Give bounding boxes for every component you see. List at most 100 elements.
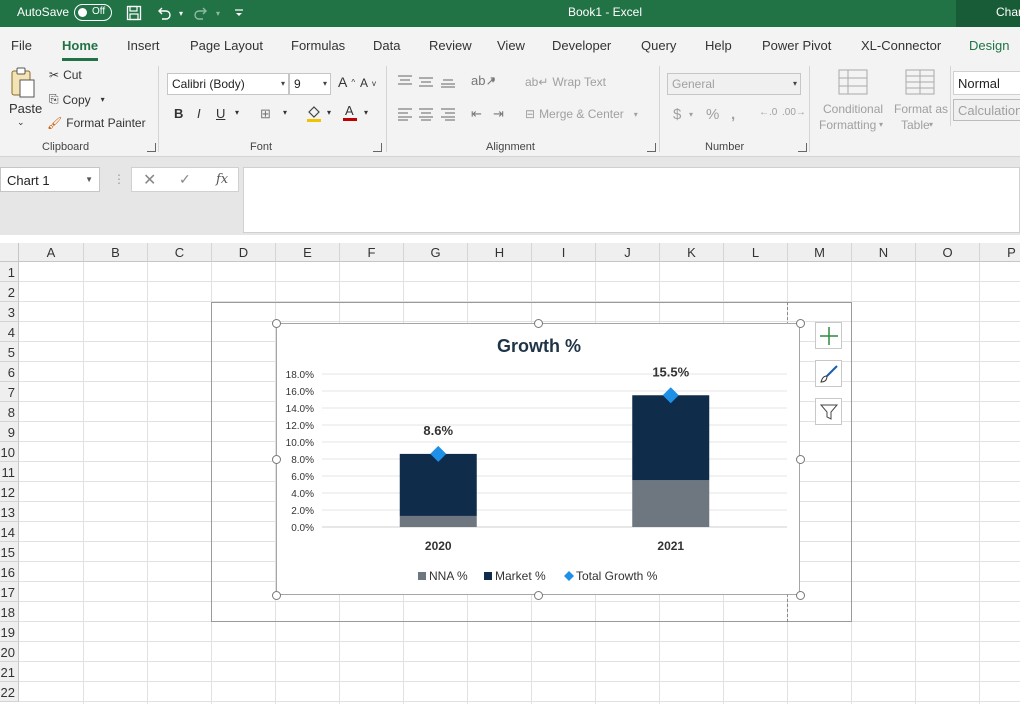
bold-icon[interactable]: B	[174, 106, 183, 121]
column-header-e[interactable]: E	[276, 243, 340, 262]
insert-function-icon[interactable]: fx	[216, 172, 228, 187]
merge-center-button[interactable]: ⊟ Merge & Center ▾	[525, 107, 638, 121]
font-dialog-launcher-icon[interactable]	[373, 143, 382, 152]
row-header-20[interactable]: 20	[0, 642, 19, 662]
style-calculation[interactable]: Calculation	[953, 99, 1020, 121]
accounting-format-icon[interactable]: $	[673, 106, 681, 123]
name-box[interactable]: Chart 1 ▼	[0, 167, 100, 192]
paste-dropdown-icon[interactable]: ⌄	[17, 117, 25, 128]
resize-handle-bottom[interactable]	[534, 591, 543, 600]
column-header-i[interactable]: I	[532, 243, 596, 262]
row-header-4[interactable]: 4	[0, 322, 19, 342]
row-header-3[interactable]: 3	[0, 302, 19, 322]
conditional-formatting-icon[interactable]	[838, 69, 868, 95]
format-as-table-label-2[interactable]: Table	[901, 118, 930, 132]
tab-page-layout[interactable]: Page Layout	[190, 38, 263, 53]
column-header-n[interactable]: N	[852, 243, 916, 262]
column-header-a[interactable]: A	[19, 243, 84, 262]
tab-design[interactable]: Design	[969, 38, 1009, 53]
resize-handle-top-left[interactable]	[272, 319, 281, 328]
paste-icon[interactable]	[9, 67, 37, 99]
conditional-dropdown-icon[interactable]: ▾	[879, 120, 883, 129]
italic-icon[interactable]: I	[197, 106, 201, 121]
align-center-icon[interactable]	[418, 107, 434, 121]
row-header-14[interactable]: 14	[0, 522, 19, 542]
cut-button[interactable]: ✂ Cut	[49, 68, 82, 82]
row-header-2[interactable]: 2	[0, 282, 19, 302]
number-dialog-launcher-icon[interactable]	[798, 143, 807, 152]
row-header-15[interactable]: 15	[0, 542, 19, 562]
column-header-j[interactable]: J	[596, 243, 660, 262]
format-as-table-label[interactable]: Format as	[894, 102, 948, 116]
row-header-21[interactable]: 21	[0, 662, 19, 682]
middle-align-icon[interactable]	[418, 74, 434, 88]
resize-handle-bottom-right[interactable]	[796, 591, 805, 600]
row-header-17[interactable]: 17	[0, 582, 19, 602]
font-name-select[interactable]: Calibri (Body) ▾	[167, 73, 289, 95]
column-header-c[interactable]: C	[148, 243, 212, 262]
resize-handle-top-right[interactable]	[796, 319, 805, 328]
paste-button[interactable]: Paste	[9, 101, 42, 116]
column-header-d[interactable]: D	[212, 243, 276, 262]
fill-color-icon[interactable]	[306, 104, 322, 122]
column-header-o[interactable]: O	[916, 243, 980, 262]
row-header-16[interactable]: 16	[0, 562, 19, 582]
decrease-decimal-icon[interactable]: .00→	[782, 107, 806, 118]
column-header-k[interactable]: K	[660, 243, 724, 262]
select-all-corner[interactable]	[0, 243, 19, 262]
font-size-select[interactable]: 9 ▾	[289, 73, 331, 95]
tab-formulas[interactable]: Formulas	[291, 38, 345, 53]
fill-color-dropdown-icon[interactable]: ▾	[327, 108, 331, 117]
orientation-dropdown-icon[interactable]: ▾	[491, 76, 495, 85]
resize-handle-right[interactable]	[796, 455, 805, 464]
row-header-22[interactable]: 22	[0, 682, 19, 702]
alignment-dialog-launcher-icon[interactable]	[647, 143, 656, 152]
increase-decimal-icon[interactable]: ←.0	[759, 107, 777, 118]
row-header-1[interactable]: 1	[0, 262, 19, 282]
row-header-7[interactable]: 7	[0, 382, 19, 402]
chart-filters-button[interactable]	[815, 398, 842, 425]
borders-dropdown-icon[interactable]: ▾	[283, 108, 287, 117]
tab-help[interactable]: Help	[705, 38, 732, 53]
column-header-m[interactable]: M	[788, 243, 852, 262]
column-header-h[interactable]: H	[468, 243, 532, 262]
resize-handle-left[interactable]	[272, 455, 281, 464]
tab-insert[interactable]: Insert	[127, 38, 160, 53]
font-color-icon[interactable]: A	[342, 103, 358, 122]
row-header-10[interactable]: 10	[0, 442, 19, 462]
row-header-9[interactable]: 9	[0, 422, 19, 442]
align-left-icon[interactable]	[397, 107, 413, 121]
column-header-f[interactable]: F	[340, 243, 404, 262]
bottom-align-icon[interactable]	[440, 74, 456, 88]
font-color-dropdown-icon[interactable]: ▾	[364, 108, 368, 117]
decrease-font-size-icon[interactable]: Av	[360, 76, 376, 90]
column-header-p[interactable]: P	[980, 243, 1020, 262]
style-normal[interactable]: Normal	[953, 71, 1020, 95]
underline-icon[interactable]: U	[216, 106, 225, 121]
row-header-19[interactable]: 19	[0, 622, 19, 642]
cancel-icon[interactable]: ✕	[143, 170, 156, 190]
decrease-indent-icon[interactable]: ⇤	[471, 106, 482, 122]
enter-icon[interactable]: ✓	[179, 171, 191, 188]
chart-area[interactable]: Growth % 0.0% 2.0% 4.0% 6.0% 8.0% 10.0% 12.0% 14…	[276, 323, 800, 595]
resize-handle-top[interactable]	[534, 319, 543, 328]
more-options-icon[interactable]: ⋮	[113, 172, 125, 186]
format-painter-button[interactable]: 🖌 Format Painter	[47, 116, 146, 130]
row-header-6[interactable]: 6	[0, 362, 19, 382]
align-right-icon[interactable]	[440, 107, 456, 121]
top-align-icon[interactable]	[397, 74, 413, 88]
number-format-select[interactable]: General ▾	[667, 73, 801, 95]
increase-indent-icon[interactable]: ⇥	[493, 106, 504, 122]
tab-xl-connector[interactable]: XL-Connector	[861, 38, 941, 53]
row-header-13[interactable]: 13	[0, 502, 19, 522]
increase-font-size-icon[interactable]: A ^	[338, 74, 355, 90]
resize-handle-bottom-left[interactable]	[272, 591, 281, 600]
conditional-formatting-label-2[interactable]: Formatting	[819, 118, 876, 132]
tab-review[interactable]: Review	[429, 38, 472, 53]
row-header-11[interactable]: 11	[0, 462, 19, 482]
clipboard-dialog-launcher-icon[interactable]	[147, 143, 156, 152]
format-as-table-icon[interactable]	[905, 69, 935, 95]
tab-view[interactable]: View	[497, 38, 525, 53]
column-header-b[interactable]: B	[84, 243, 148, 262]
tab-power-pivot[interactable]: Power Pivot	[762, 38, 831, 53]
